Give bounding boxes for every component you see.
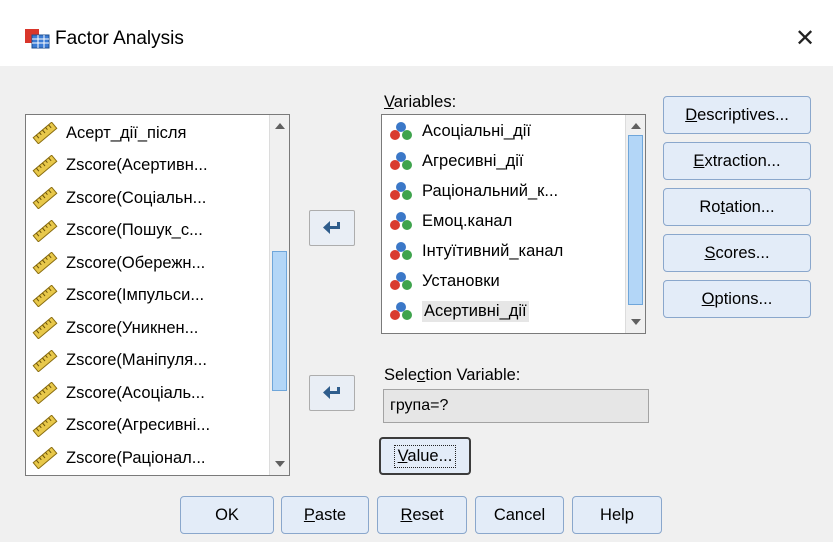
list-item-label: Установки [422, 271, 500, 290]
list-item[interactable]: Zscore(Уникнен... [32, 314, 198, 342]
list-item[interactable]: Асерт_дії_після [32, 119, 186, 147]
list-item-label: Асерт_дії_після [66, 123, 187, 142]
source-variable-list[interactable]: Асерт_дії_після Zscore(Асертивн... Zscore(… [25, 114, 290, 476]
scale-ruler-icon [32, 316, 58, 340]
list-item-label: Zscore(Раціонал... [66, 448, 206, 467]
variables-label: Variables: [384, 93, 457, 111]
help-button[interactable]: Help [572, 496, 662, 534]
scrollbar-thumb[interactable] [272, 251, 287, 391]
close-icon[interactable]: ✕ [790, 24, 820, 54]
nominal-variable-icon [388, 300, 414, 322]
scale-ruler-icon [32, 284, 58, 307]
scale-ruler-icon [32, 381, 58, 405]
scale-ruler-icon [32, 154, 58, 177]
list-item[interactable]: Установки [388, 267, 500, 295]
source-list-scrollbar[interactable] [269, 115, 289, 475]
scores-button[interactable]: Scores... [663, 234, 811, 272]
selection-variable-label: Selection Variable: [384, 366, 521, 384]
scroll-up-arrow-icon[interactable] [271, 117, 289, 135]
scale-ruler-icon [32, 251, 58, 275]
scale-ruler-icon [32, 186, 58, 210]
nominal-variable-icon [388, 150, 414, 172]
scroll-down-arrow-icon[interactable] [271, 455, 289, 473]
options-button[interactable]: Options... [663, 280, 811, 318]
paste-button[interactable]: Paste [281, 496, 369, 534]
scale-ruler-icon [32, 446, 58, 470]
scale-ruler-icon [32, 219, 58, 242]
list-item[interactable]: Асоціальні_дії [388, 117, 531, 145]
scroll-down-arrow-icon[interactable] [627, 313, 645, 331]
nominal-variable-icon [388, 120, 414, 142]
list-item-label: Zscore(Агресивні... [66, 416, 211, 434]
list-item-label: Асертивні_дії [422, 300, 529, 322]
list-item-label: Zscore(Асоціаль... [66, 383, 205, 402]
list-item[interactable]: Zscore(Соціальн... [32, 184, 206, 212]
spss-dialog-icon [25, 29, 50, 49]
scale-ruler-icon [32, 414, 58, 437]
nominal-variable-icon [388, 210, 414, 232]
cancel-button[interactable]: Cancel [475, 496, 564, 534]
list-item-label: Асоціальні_дії [422, 121, 531, 140]
scrollbar-thumb[interactable] [628, 135, 643, 305]
list-item[interactable]: Асертивні_дії [388, 297, 529, 325]
list-item[interactable]: Zscore(Пошук_с... [32, 217, 203, 245]
list-item-label: Zscore(Соціальн... [66, 188, 207, 207]
list-item-label: Zscore(Обережн... [66, 253, 206, 272]
nominal-variable-icon [388, 180, 414, 202]
reset-button[interactable]: Reset [377, 496, 467, 534]
value-button[interactable]: Value... [379, 437, 471, 475]
scale-ruler-icon [32, 349, 58, 372]
list-item-label: Zscore(Асертивн... [66, 156, 208, 174]
title-bar: Factor Analysis ✕ [0, 0, 833, 66]
list-item[interactable]: Zscore(Обережн... [32, 249, 205, 277]
move-to-variables-button[interactable] [309, 210, 355, 246]
selection-variable-field[interactable]: група=? [383, 389, 649, 423]
list-item-label: Агресивні_дії [422, 151, 524, 170]
scroll-up-arrow-icon[interactable] [627, 117, 645, 135]
scale-ruler-icon [32, 121, 58, 145]
factor-analysis-dialog: Factor Analysis ✕ Асерт_дії_після Zscore(… [0, 0, 833, 542]
list-item[interactable]: Zscore(Асертивн... [32, 152, 208, 180]
list-item-label: Zscore(Маніпуля... [66, 351, 207, 369]
list-item[interactable]: Zscore(Маніпуля... [32, 347, 207, 375]
list-item-label: Zscore(Пошук_с... [66, 221, 203, 239]
arrow-left-icon [323, 221, 340, 234]
nominal-variable-icon [388, 240, 414, 262]
list-item-label: Zscore(Імпульси... [66, 286, 205, 304]
list-item[interactable]: Zscore(Агресивні... [32, 412, 210, 440]
list-item-label: Емоц.канал [422, 211, 513, 230]
list-item[interactable]: Zscore(Асоціаль... [32, 379, 205, 407]
list-item[interactable]: Раціональний_к... [388, 177, 558, 205]
list-item[interactable]: Zscore(Раціонал... [32, 444, 206, 472]
list-item[interactable]: Емоц.канал [388, 207, 512, 235]
rotation-button[interactable]: Ro t ation... [663, 188, 811, 226]
descriptives-button[interactable]: Descriptives... [663, 96, 811, 134]
analysis-variables-list[interactable]: Асоціальні_дії Агресивні_дії Раціональний_… [381, 114, 646, 334]
list-item[interactable]: Інтуїтивний_канал [388, 237, 563, 265]
arrow-left-icon [323, 386, 340, 399]
list-item-label: Інтуїтивний_канал [422, 241, 564, 260]
variables-list-scrollbar[interactable] [625, 115, 645, 333]
move-to-selection-button[interactable] [309, 375, 355, 411]
window-title: Factor Analysis [55, 28, 184, 49]
list-item-label: Раціональний_к... [422, 181, 559, 200]
list-item[interactable]: Zscore(Імпульси... [32, 282, 204, 310]
list-item[interactable]: Агресивні_дії [388, 147, 523, 175]
extraction-button[interactable]: Extraction... [663, 142, 811, 180]
ok-button[interactable]: OK [180, 496, 274, 534]
nominal-variable-icon [388, 270, 414, 292]
list-item-label: Zscore(Уникнен... [66, 318, 199, 337]
